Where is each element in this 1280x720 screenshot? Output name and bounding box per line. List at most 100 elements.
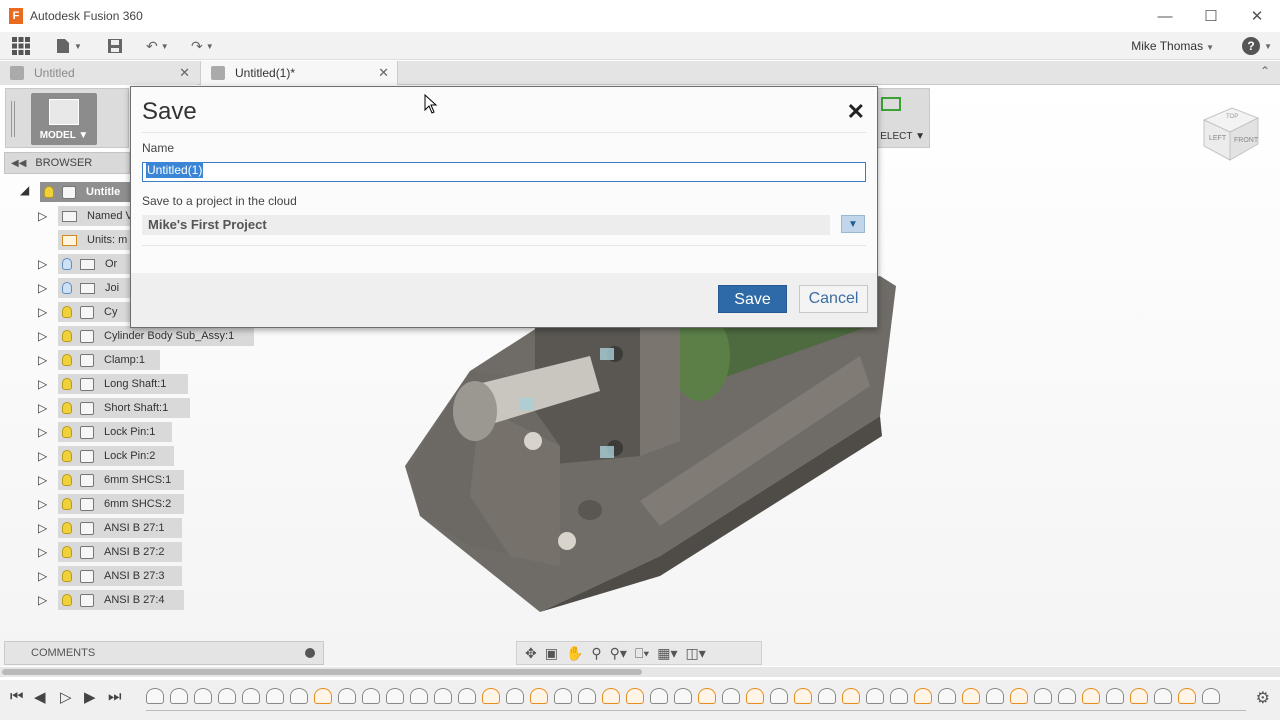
go-to-end-icon[interactable]: ⏭: [108, 688, 122, 705]
timeline-feature-icon[interactable]: [554, 688, 572, 704]
timeline-scrollbar[interactable]: [0, 667, 1280, 677]
help-icon[interactable]: ?: [1242, 37, 1260, 55]
visibility-bulb-icon[interactable]: [62, 426, 72, 438]
timeline-feature-icon[interactable]: [1106, 688, 1124, 704]
redo-icon[interactable]: ↷ ▼: [191, 37, 214, 55]
scrollbar-thumb[interactable]: [2, 669, 642, 675]
timeline-joint-icon[interactable]: [626, 688, 644, 704]
tab-untitled[interactable]: Untitled ✕: [0, 61, 198, 85]
visibility-bulb-icon[interactable]: [62, 354, 72, 366]
close-tab-icon[interactable]: ✕: [378, 65, 389, 81]
grid-settings-icon[interactable]: ▦▾: [657, 645, 677, 662]
tree-item-chip[interactable]: Or: [58, 254, 130, 274]
ribbon-grip-icon[interactable]: [11, 101, 15, 137]
timeline-feature-icon[interactable]: [146, 688, 164, 704]
timeline-joint-icon[interactable]: [602, 688, 620, 704]
visibility-bulb-icon[interactable]: [62, 306, 72, 318]
collapse-browser-icon[interactable]: ◀◀: [11, 158, 26, 169]
timeline-feature-icon[interactable]: [362, 688, 380, 704]
tree-item-chip[interactable]: Long Shaft:1: [58, 374, 188, 394]
timeline-settings-gear-icon[interactable]: ⚙: [1256, 688, 1270, 708]
project-select[interactable]: Mike's First Project: [142, 215, 830, 235]
go-to-start-icon[interactable]: ⏮: [10, 688, 24, 705]
visibility-bulb-icon[interactable]: [62, 570, 72, 582]
step-back-icon[interactable]: ◀: [34, 688, 46, 706]
visibility-bulb-icon[interactable]: [62, 474, 72, 486]
timeline-joint-icon[interactable]: [698, 688, 716, 704]
visibility-bulb-icon[interactable]: [62, 450, 72, 462]
tree-item-chip[interactable]: Short Shaft:1: [58, 398, 190, 418]
timeline-feature-icon[interactable]: [650, 688, 668, 704]
collapsed-triangle-icon[interactable]: ▷: [38, 329, 47, 343]
workspace-switcher-button[interactable]: MODEL ▼: [31, 93, 97, 145]
viewports-icon[interactable]: ◫▾: [686, 645, 706, 662]
visibility-bulb-icon[interactable]: [62, 522, 72, 534]
browser-header[interactable]: ◀◀ BROWSER: [4, 152, 130, 174]
data-panel-grid-icon[interactable]: [12, 37, 30, 55]
save-icon[interactable]: [107, 37, 123, 55]
timeline-feature-icon[interactable]: [818, 688, 836, 704]
name-field[interactable]: Untitled(1): [142, 162, 866, 182]
timeline-feature-icon[interactable]: [170, 688, 188, 704]
tree-item-chip[interactable]: ANSI B 27:3: [58, 566, 182, 586]
expanded-triangle-icon[interactable]: ◢: [20, 183, 29, 197]
tree-item-chip[interactable]: Lock Pin:2: [58, 446, 174, 466]
chevron-up-icon[interactable]: ⌃: [1260, 64, 1270, 78]
timeline-feature-icon[interactable]: [506, 688, 524, 704]
collapsed-triangle-icon[interactable]: ▷: [38, 497, 47, 511]
cancel-button[interactable]: Cancel: [799, 285, 868, 313]
tree-item-chip[interactable]: Cylinder Body Sub_Assy:1: [58, 326, 254, 346]
timeline-feature-icon[interactable]: [266, 688, 284, 704]
timeline-feature-icon[interactable]: [866, 688, 884, 704]
pan-icon[interactable]: ✋: [566, 645, 583, 662]
chevron-down-icon[interactable]: ▼: [841, 215, 865, 233]
timeline-feature-icon[interactable]: [218, 688, 236, 704]
user-menu[interactable]: Mike Thomas ▼: [1131, 39, 1214, 53]
timeline-joint-icon[interactable]: [1130, 688, 1148, 704]
timeline-joint-icon[interactable]: [794, 688, 812, 704]
collapsed-triangle-icon[interactable]: ▷: [38, 281, 47, 295]
tree-item-chip[interactable]: Lock Pin:1: [58, 422, 172, 442]
timeline-feature-icon[interactable]: [1058, 688, 1076, 704]
display-settings-icon[interactable]: ⎕▾: [635, 645, 649, 662]
timeline-feature-icon[interactable]: [1034, 688, 1052, 704]
tree-item-chip[interactable]: 6mm SHCS:1: [58, 470, 184, 490]
collapsed-triangle-icon[interactable]: ▷: [38, 257, 47, 271]
timeline-feature-icon[interactable]: [770, 688, 788, 704]
timeline-feature-icon[interactable]: [242, 688, 260, 704]
comments-panel[interactable]: COMMENTS: [4, 641, 324, 665]
timeline-feature-icon[interactable]: [338, 688, 356, 704]
minimize-icon[interactable]: —: [1142, 0, 1188, 32]
visibility-bulb-icon[interactable]: [62, 258, 72, 270]
tree-item-chip[interactable]: Units: m: [58, 230, 130, 250]
zoom-icon[interactable]: ⚲: [591, 645, 601, 662]
visibility-bulb-icon[interactable]: [62, 498, 72, 510]
collapsed-triangle-icon[interactable]: ▷: [38, 401, 47, 415]
tab-untitled-1[interactable]: Untitled(1)* ✕: [200, 61, 398, 85]
timeline-joint-icon[interactable]: [842, 688, 860, 704]
collapsed-triangle-icon[interactable]: ▷: [38, 377, 47, 391]
tree-root-chip[interactable]: Untitle: [40, 182, 130, 202]
collapsed-triangle-icon[interactable]: ▷: [38, 545, 47, 559]
timeline-joint-icon[interactable]: [746, 688, 764, 704]
look-at-icon[interactable]: ▣: [545, 645, 558, 662]
visibility-bulb-icon[interactable]: [44, 186, 54, 198]
visibility-bulb-icon[interactable]: [62, 378, 72, 390]
timeline-feature-icon[interactable]: [290, 688, 308, 704]
collapsed-triangle-icon[interactable]: ▷: [38, 569, 47, 583]
view-cube[interactable]: TOP LEFT FRONT: [1202, 102, 1260, 162]
tree-item-chip[interactable]: Named V: [58, 206, 133, 226]
collapsed-triangle-icon[interactable]: ▷: [38, 473, 47, 487]
visibility-bulb-icon[interactable]: [62, 330, 72, 342]
timeline-feature-icon[interactable]: [194, 688, 212, 704]
fit-icon[interactable]: ⚲▾: [610, 645, 627, 662]
timeline-joint-icon[interactable]: [314, 688, 332, 704]
collapsed-triangle-icon[interactable]: ▷: [38, 305, 47, 319]
tree-item-chip[interactable]: 6mm SHCS:2: [58, 494, 184, 514]
timeline-joint-icon[interactable]: [482, 688, 500, 704]
timeline-feature-icon[interactable]: [434, 688, 452, 704]
timeline-feature-icon[interactable]: [458, 688, 476, 704]
tree-item-chip[interactable]: ANSI B 27:1: [58, 518, 182, 538]
maximize-icon[interactable]: ☐: [1188, 0, 1234, 32]
timeline-feature-icon[interactable]: [890, 688, 908, 704]
